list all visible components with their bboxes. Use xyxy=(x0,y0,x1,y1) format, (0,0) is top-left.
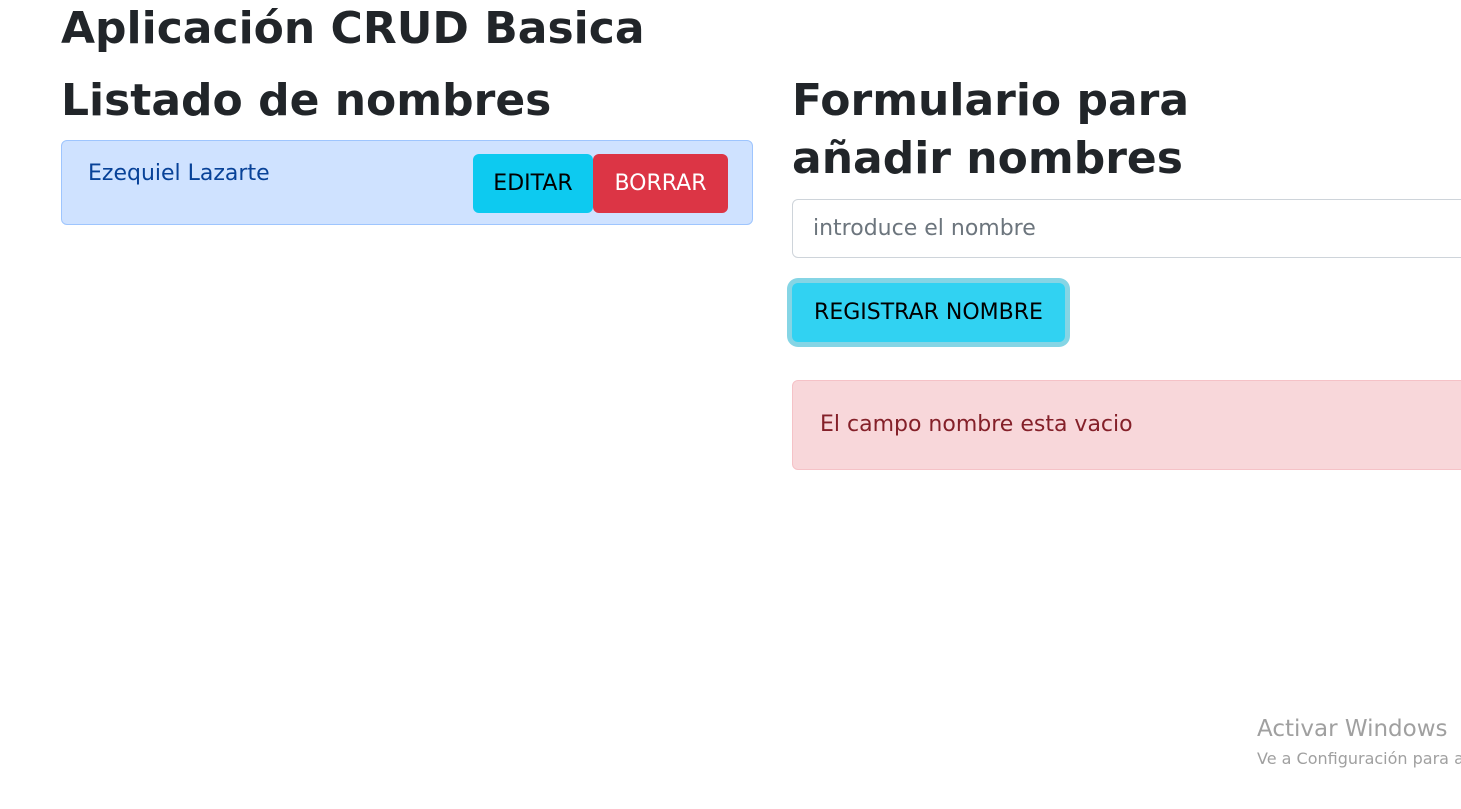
page: Aplicación CRUD Basica Listado de nombre… xyxy=(0,0,1461,809)
list-item: Ezequiel Lazarte EDITAR BORRAR xyxy=(61,140,753,225)
error-alert: El campo nombre esta vacio xyxy=(792,380,1461,470)
app-title: Aplicación CRUD Basica xyxy=(61,3,645,54)
name-input[interactable] xyxy=(792,199,1461,258)
watermark-subtitle: Ve a Configuración para a xyxy=(1257,749,1461,768)
watermark-title: Activar Windows xyxy=(1257,716,1448,742)
list-item-name: Ezequiel Lazarte xyxy=(88,161,270,186)
error-message: El campo nombre esta vacio xyxy=(820,412,1133,437)
delete-button[interactable]: BORRAR xyxy=(593,154,728,213)
form-section-title: Formulario para añadir nombres xyxy=(792,75,1190,184)
windows-activation-watermark: Activar Windows Ve a Configuración para … xyxy=(1257,714,1461,774)
edit-button[interactable]: EDITAR xyxy=(473,154,593,213)
register-name-button[interactable]: REGISTRAR NOMBRE xyxy=(792,283,1065,342)
list-section-title: Listado de nombres xyxy=(61,75,552,126)
